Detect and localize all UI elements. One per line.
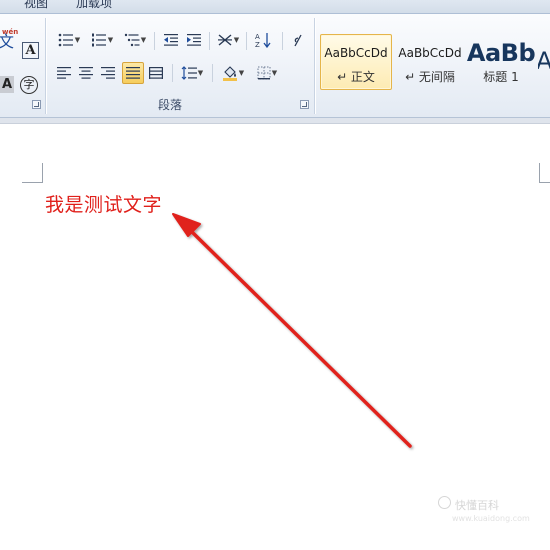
tab-view[interactable]: 视图 bbox=[24, 0, 48, 11]
chevron-down-icon: ▼ bbox=[271, 69, 278, 77]
watermark-text: 快懂百科 bbox=[455, 499, 499, 512]
decrease-indent-button[interactable] bbox=[160, 30, 182, 50]
character-shading-button[interactable]: A bbox=[0, 76, 14, 93]
bullets-button[interactable]: ▼ bbox=[54, 30, 84, 50]
document-page[interactable] bbox=[0, 124, 550, 550]
chevron-down-icon: ▼ bbox=[197, 69, 204, 77]
paragraph-dialog-launcher-icon[interactable] bbox=[300, 100, 309, 109]
distributed-align-button[interactable] bbox=[146, 63, 166, 83]
toolbar-separator bbox=[154, 32, 155, 50]
styles-gallery: AaBbCcDd ↵ 正文 AaBbCcDd ↵ 无间隔 AaBb 标题 1 A bbox=[320, 34, 550, 92]
toolbar-separator bbox=[172, 64, 173, 82]
borders-icon bbox=[257, 66, 271, 80]
chevron-down-icon: ▼ bbox=[238, 69, 245, 77]
enclose-characters-button[interactable]: 字 bbox=[20, 76, 38, 94]
tab-addins[interactable]: 加载项 bbox=[76, 0, 112, 11]
sort-button[interactable]: A Z bbox=[252, 30, 276, 50]
document-text[interactable]: 我是测试文字 bbox=[45, 190, 162, 217]
toolbar-separator bbox=[209, 32, 210, 50]
watermark-logo-icon bbox=[438, 496, 451, 509]
crop-mark-top-left bbox=[22, 163, 43, 183]
bullets-icon bbox=[58, 33, 73, 47]
ribbon-tab-strip: 视图 加载项 bbox=[0, 0, 550, 14]
chinese-layout-icon bbox=[217, 34, 232, 46]
style-name: 标题 1 bbox=[483, 69, 519, 84]
multilevel-list-button[interactable]: ▼ bbox=[120, 30, 150, 50]
watermark-subtext: www.kuaidong.com bbox=[452, 514, 530, 523]
group-divider bbox=[45, 18, 46, 114]
justify-icon bbox=[126, 67, 140, 79]
style-no-spacing[interactable]: AaBbCcDd ↵ 无间隔 bbox=[394, 34, 466, 90]
style-name: ↵ 无间隔 bbox=[405, 69, 455, 84]
distributed-align-icon bbox=[149, 67, 163, 79]
style-heading-1[interactable]: AaBb 标题 1 bbox=[466, 34, 536, 90]
line-spacing-button[interactable]: ▼ bbox=[178, 63, 206, 83]
style-sample: AaBbCcDd bbox=[398, 45, 462, 60]
justify-button[interactable] bbox=[122, 62, 144, 84]
crop-mark-top-right bbox=[539, 163, 550, 183]
style-name: ↵ 正文 bbox=[337, 69, 375, 84]
toolbar-separator bbox=[212, 64, 213, 82]
style-heading-2[interactable]: A bbox=[538, 34, 550, 90]
chevron-down-icon: ▼ bbox=[233, 36, 240, 44]
chevron-down-icon: ▼ bbox=[140, 36, 147, 44]
multilevel-list-icon bbox=[124, 33, 140, 47]
style-sample: AaBb bbox=[466, 38, 536, 67]
increase-indent-icon bbox=[187, 34, 201, 46]
align-left-icon bbox=[57, 67, 71, 79]
paragraph-group-label: 段落 bbox=[158, 98, 183, 112]
svg-text:A: A bbox=[255, 33, 260, 41]
chevron-down-icon: ▼ bbox=[107, 36, 114, 44]
align-right-button[interactable] bbox=[98, 63, 118, 83]
svg-text:Z: Z bbox=[255, 41, 260, 48]
line-spacing-icon bbox=[181, 66, 197, 80]
toolbar-separator bbox=[246, 32, 247, 50]
font-dialog-launcher-icon[interactable] bbox=[32, 100, 41, 109]
sort-az-icon: A Z bbox=[255, 33, 271, 48]
style-sample: AaBbCcDd bbox=[324, 45, 388, 60]
character-border-button[interactable]: A bbox=[22, 42, 39, 59]
ribbon: wén 文 A A 字 ▼ ▼ ▼ ▼ A Z ▼ ▼ ▼ 段落 AaBbCcD… bbox=[0, 14, 550, 118]
align-center-icon bbox=[79, 67, 93, 79]
phonetic-guide-button[interactable]: 文 bbox=[0, 28, 14, 52]
borders-button[interactable]: ▼ bbox=[252, 63, 282, 83]
align-center-button[interactable] bbox=[76, 63, 96, 83]
chevron-down-icon: ▼ bbox=[74, 36, 81, 44]
shading-button[interactable]: ▼ bbox=[218, 63, 248, 83]
numbering-icon bbox=[91, 33, 106, 47]
increase-indent-button[interactable] bbox=[183, 30, 205, 50]
style-sample: A bbox=[538, 47, 550, 75]
paint-bucket-icon bbox=[222, 66, 237, 81]
chinese-layout-button[interactable]: ▼ bbox=[214, 30, 242, 50]
align-left-button[interactable] bbox=[54, 63, 74, 83]
show-hide-marks-button[interactable] bbox=[288, 30, 308, 50]
numbering-button[interactable]: ▼ bbox=[87, 30, 117, 50]
paragraph-mark-icon bbox=[294, 34, 302, 47]
toolbar-separator bbox=[282, 32, 283, 50]
group-divider bbox=[314, 18, 315, 114]
style-normal[interactable]: AaBbCcDd ↵ 正文 bbox=[320, 34, 392, 90]
decrease-indent-icon bbox=[164, 34, 178, 46]
align-right-icon bbox=[101, 67, 115, 79]
